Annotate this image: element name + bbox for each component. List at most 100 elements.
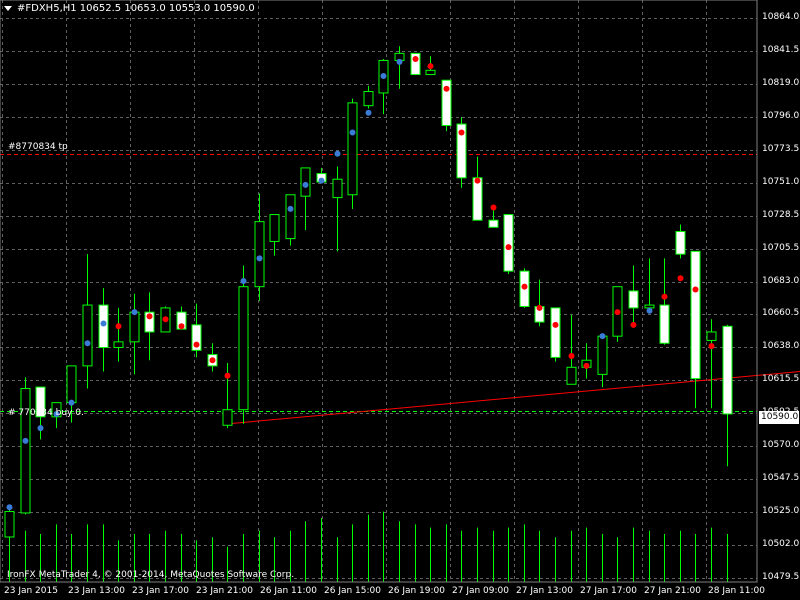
- indicator-dot-blue: [84, 340, 91, 347]
- price-tick-label: 10796.0: [762, 111, 800, 121]
- indicator-dot-blue: [287, 205, 294, 212]
- price-tick-label: 10705.5: [762, 243, 800, 253]
- price-tick-label: 10773.5: [762, 144, 800, 154]
- trendline: [227, 371, 800, 425]
- indicator-dot-red: [209, 357, 216, 364]
- indicator-dot-red: [521, 283, 528, 290]
- indicator-dot-red: [583, 362, 590, 369]
- indicator-dot-red: [412, 56, 419, 63]
- time-tick-label: 27 Jan 21:00: [644, 586, 701, 596]
- time-tick-label: 23 Jan 2015: [4, 586, 58, 596]
- indicator-dot-blue: [380, 72, 387, 79]
- indicator-dot-red: [630, 321, 637, 328]
- time-tick-label: 27 Jan 09:00: [452, 586, 509, 596]
- indicator-dot-red: [146, 313, 153, 320]
- candle-body-bear: [488, 219, 499, 228]
- indicator-dot-blue: [302, 181, 309, 188]
- price-tick-label: 10751.0: [762, 177, 800, 187]
- time-tick-label: 26 Jan 11:00: [260, 586, 317, 596]
- indicator-dot-red: [427, 63, 434, 70]
- price-tick-label: 10819.0: [762, 78, 800, 88]
- candle-body-bull: [254, 221, 265, 288]
- indicator-dot-red: [474, 177, 481, 184]
- price-tick-label: 10615.5: [762, 374, 800, 384]
- symbol-header[interactable]: #FDXH5,H1 10652.5 10653.0 10553.0 10590.…: [4, 3, 255, 14]
- indicator-dot-blue: [396, 58, 403, 65]
- candle-body-bull: [706, 331, 717, 341]
- indicator-dot-red: [568, 352, 575, 359]
- price-tick-label: 10525.0: [762, 506, 800, 516]
- time-tick-label: 26 Jan 19:00: [388, 586, 445, 596]
- indicator-dot-red: [162, 316, 169, 323]
- price-tick-label: 10638.0: [762, 341, 800, 351]
- candle-body-bull: [347, 102, 358, 196]
- candle-body-bull: [597, 335, 608, 375]
- candle-body-bull: [644, 304, 655, 309]
- time-tick-label: 23 Jan 13:00: [68, 586, 125, 596]
- indicator-dot-red: [661, 293, 668, 300]
- indicator-dot-blue: [646, 307, 653, 314]
- indicator-dot-red: [708, 343, 715, 350]
- indicator-dot-red: [614, 309, 621, 316]
- time-tick-label: 23 Jan 21:00: [196, 586, 253, 596]
- price-tick-label: 10479.5: [762, 572, 800, 582]
- indicator-dot-red: [490, 204, 497, 211]
- candle-body-bull: [285, 194, 296, 240]
- candle-body-bull: [66, 365, 77, 404]
- indicator-dot-blue: [334, 150, 341, 157]
- candle-body-bear: [503, 214, 514, 272]
- price-tick-label: 10660.5: [762, 308, 800, 318]
- indicator-dot-blue: [318, 177, 325, 184]
- indicator-dots: [6, 56, 715, 511]
- time-tick-label: 23 Jan 17:00: [132, 586, 189, 596]
- trend-line[interactable]: [227, 371, 800, 425]
- candle-body-bull: [82, 304, 93, 367]
- candle-body-bull: [4, 511, 15, 538]
- indicator-dot-blue: [131, 309, 138, 316]
- candle-body-bull: [363, 91, 374, 107]
- indicator-dot-red: [115, 323, 122, 330]
- time-tick-label: 27 Jan 17:00: [580, 586, 637, 596]
- indicator-dot-blue: [599, 333, 606, 340]
- indicator-dot-blue: [240, 278, 247, 285]
- candle-body-bull: [238, 286, 249, 411]
- dropdown-triangle-icon[interactable]: [4, 5, 12, 11]
- symbol-line: #FDXH5,H1 10652.5 10653.0 10553.0 10590.…: [17, 3, 255, 14]
- indicator-dot-blue: [68, 399, 75, 406]
- price-tick-label: 10547.5: [762, 473, 800, 483]
- candle-body-bull: [332, 178, 343, 199]
- current-price-tag: 10590.0: [759, 411, 799, 424]
- candle-body-bull: [129, 311, 140, 343]
- candle-body-bear: [550, 307, 561, 358]
- copyright-text: IronFX MetaTrader 4, © 2001-2014, MetaQu…: [7, 570, 295, 580]
- indicator-dot-blue: [22, 437, 29, 444]
- indicator-dot-red: [458, 129, 465, 136]
- price-tick-label: 10683.0: [762, 276, 800, 286]
- price-tick-label: 10502.0: [762, 539, 800, 549]
- indicator-dot-red: [505, 244, 512, 251]
- candle-body-bear: [690, 250, 701, 380]
- price-tick-label: 10841.5: [762, 45, 800, 55]
- indicator-dot-red: [193, 341, 200, 348]
- candle-body-bull: [566, 366, 577, 385]
- candle-body-bear: [675, 231, 686, 255]
- indicator-dot-red: [677, 275, 684, 282]
- indicator-dot-red: [224, 372, 231, 379]
- tp-order-label[interactable]: #8770834 tp: [8, 142, 68, 152]
- indicator-dot-blue: [6, 504, 13, 511]
- candle-body-bull: [269, 214, 280, 242]
- time-tick-label: 26 Jan 15:00: [324, 586, 381, 596]
- indicator-dot-red: [443, 85, 450, 92]
- candle-body-bear: [659, 304, 670, 344]
- price-chart[interactable]: [0, 0, 800, 600]
- candle-body-bear: [628, 290, 639, 309]
- time-tick-label: 27 Jan 13:00: [516, 586, 573, 596]
- candle-body-bull: [425, 69, 436, 76]
- indicator-dot-blue: [256, 255, 263, 262]
- indicator-dot-red: [552, 321, 559, 328]
- indicator-dot-red: [178, 323, 185, 330]
- price-tick-label: 10570.0: [762, 440, 800, 450]
- open-order-label[interactable]: # 770834 buy 0.: [8, 408, 84, 418]
- indicator-dot-red: [536, 304, 543, 311]
- time-tick-label: 28 Jan 11:00: [708, 586, 765, 596]
